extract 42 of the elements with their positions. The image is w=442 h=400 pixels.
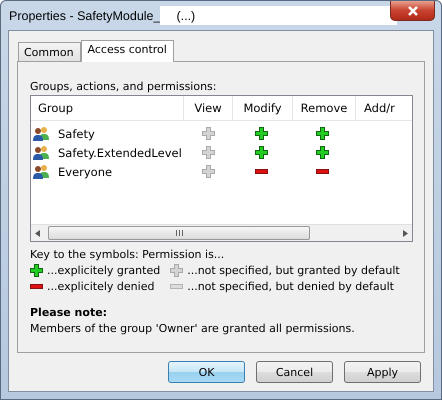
- plus-icon: [202, 146, 214, 159]
- note-text: Members of the group 'Owner' are granted all permissions.: [30, 322, 356, 335]
- key-title: Key to the symbols: Permission is...: [30, 248, 226, 263]
- horizontal-scrollbar[interactable]: [31, 224, 412, 241]
- plus-icon: [30, 264, 43, 276]
- plus-icon: [255, 127, 268, 140]
- column-header[interactable]: Add/r: [356, 96, 412, 120]
- column-header[interactable]: View: [184, 96, 233, 120]
- list-label: Groups, actions, and permissions:: [30, 80, 218, 94]
- right-arrow-icon[interactable]: [403, 230, 408, 236]
- plus-icon: [316, 127, 328, 140]
- user-group-icon: [33, 145, 49, 160]
- key-label: ...explicitely denied: [47, 280, 154, 292]
- plus-icon: [202, 127, 214, 140]
- column-header[interactable]: Remove: [293, 96, 356, 120]
- close-icon: [406, 6, 418, 16]
- column-header[interactable]: Group: [31, 96, 184, 120]
- plus-icon: [255, 146, 268, 159]
- tab[interactable]: Access control: [80, 40, 174, 62]
- scroll-thumb[interactable]: [48, 226, 310, 240]
- plus-icon: [202, 165, 214, 178]
- key-label: ...not specified, but denied by default: [187, 280, 394, 292]
- close-button[interactable]: [390, 1, 435, 21]
- dialog-button[interactable]: OK: [168, 361, 245, 383]
- window-title-suffix: (...): [160, 6, 398, 25]
- group-name: Everyone: [58, 164, 112, 178]
- plus-icon: [170, 264, 184, 276]
- note-title: Please note:: [30, 306, 108, 319]
- window-title: Properties - SafetyModule_: [8, 8, 160, 22]
- user-group-icon: [33, 164, 49, 179]
- user-group-icon: [33, 126, 49, 141]
- dialog-button[interactable]: Apply: [344, 361, 421, 383]
- tab[interactable]: Common: [18, 42, 81, 61]
- column-header[interactable]: Modify: [233, 96, 293, 120]
- key-label: ...explicitely granted: [47, 264, 160, 276]
- dialog-button[interactable]: Cancel: [256, 361, 333, 383]
- left-arrow-icon[interactable]: [35, 230, 40, 236]
- group-name: Safety.ExtendedLevel: [58, 146, 182, 160]
- plus-icon: [316, 146, 328, 159]
- group-name: Safety: [58, 126, 95, 140]
- grip-icon: [176, 230, 182, 236]
- key-label: ...not specified, but granted by default: [187, 264, 400, 276]
